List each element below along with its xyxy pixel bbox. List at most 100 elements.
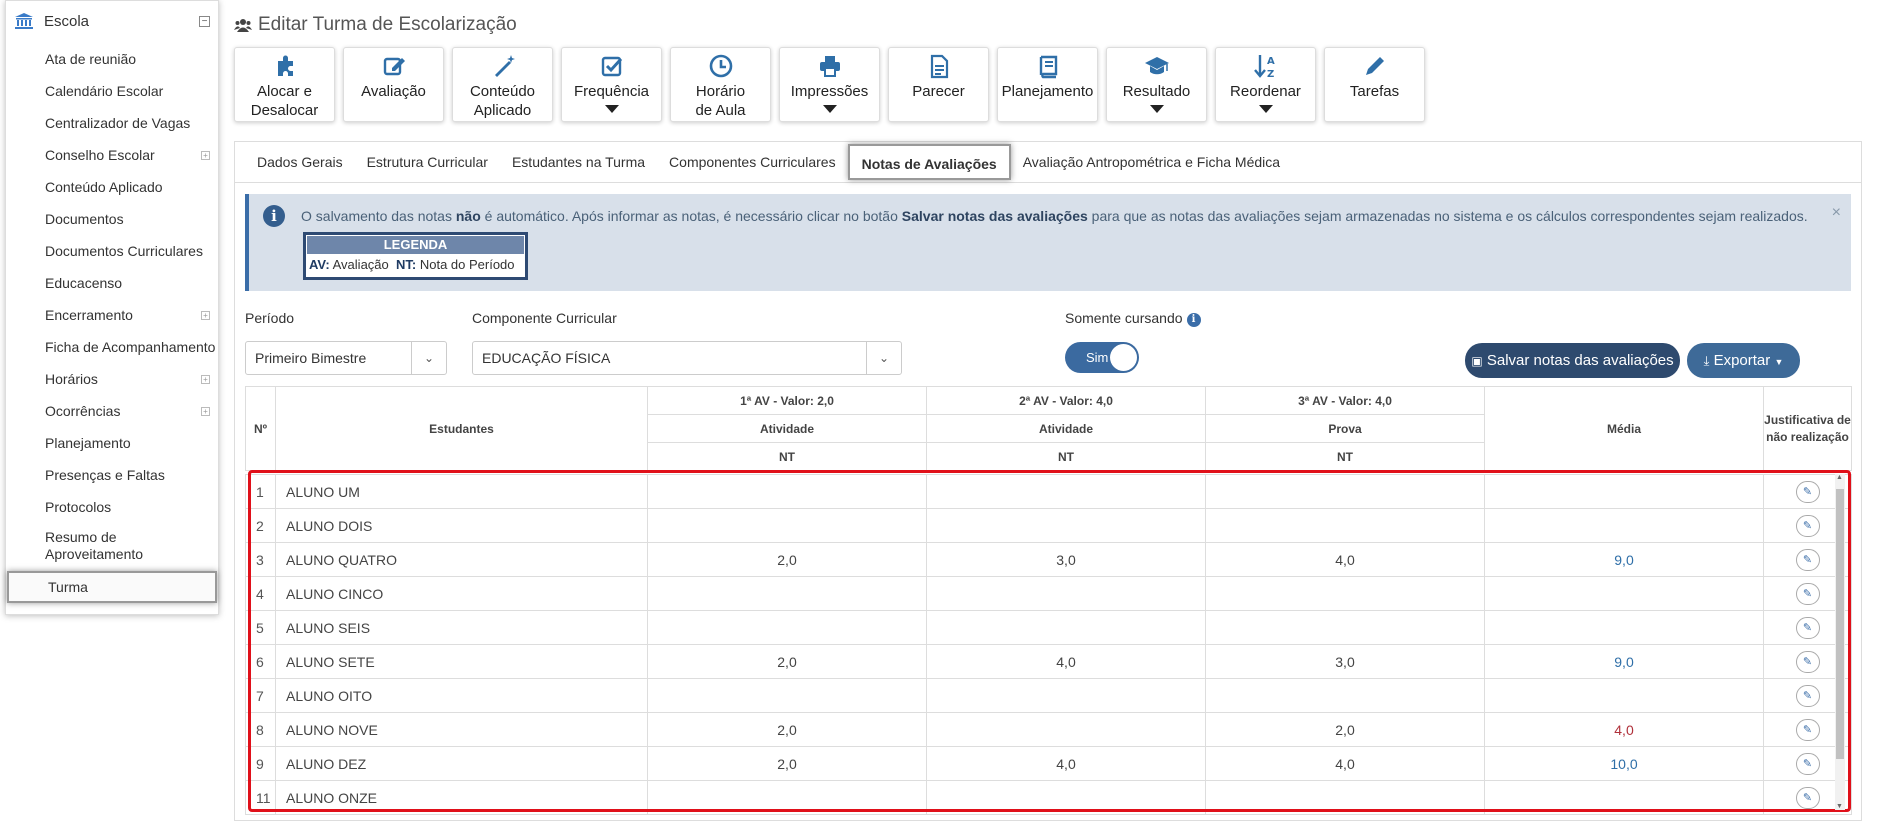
edit-icon[interactable]: ✎ [1795, 616, 1820, 639]
sidebar-item[interactable]: Centralizador de Vagas [6, 107, 218, 139]
toggle-label: Sim [1086, 350, 1109, 365]
grade-av2-cell[interactable]: 3,0 [926, 542, 1206, 577]
grade-av1-cell[interactable]: 2,0 [647, 644, 927, 679]
sidebar-item-label: Ocorrências [45, 403, 121, 419]
toolbar-button[interactable]: Avaliação [343, 47, 444, 122]
tab[interactable]: Avaliação Antropométrica e Ficha Médica [1011, 144, 1292, 180]
row-number: 9 [245, 746, 276, 781]
grade-av3-cell[interactable] [1205, 576, 1485, 611]
grade-av3-cell[interactable]: 2,0 [1205, 712, 1485, 747]
toolbar-button[interactable]: Horário de Aula [670, 47, 771, 122]
tab[interactable]: Estrutura Curricular [355, 144, 500, 180]
grade-av3-cell[interactable] [1205, 678, 1485, 713]
sidebar-item[interactable]: Ata de reunião [6, 43, 218, 75]
sidebar-item-label: Educacenso [45, 275, 123, 291]
grade-av1-cell[interactable]: 2,0 [647, 712, 927, 747]
grade-av2-cell[interactable] [926, 474, 1206, 509]
collapse-icon[interactable]: − [199, 15, 210, 27]
toolbar-button[interactable]: A Z Reordenar [1215, 47, 1316, 122]
scroll-up-icon[interactable]: ▲ [1836, 474, 1843, 481]
av1-header: 1ª AV - Valor: 2,0 [647, 386, 927, 415]
grade-av2-cell[interactable] [926, 576, 1206, 611]
edit-icon[interactable]: ✎ [1795, 684, 1820, 707]
tab[interactable]: Dados Gerais [245, 144, 355, 180]
toolbar-button[interactable]: Frequência [561, 47, 662, 122]
sidebar-item[interactable]: Horários + [6, 363, 218, 395]
sidebar-item[interactable]: Encerramento + [6, 299, 218, 331]
grade-av1-cell[interactable] [647, 474, 927, 509]
edit-icon[interactable]: ✎ [1795, 650, 1820, 673]
grade-av2-cell[interactable] [926, 678, 1206, 713]
sidebar-item[interactable]: Protocolos [6, 491, 218, 523]
action-toolbar: Alocar e Desalocar Avaliação Conteúdo Apli… [234, 47, 1433, 122]
edit-icon[interactable]: ✎ [1795, 718, 1820, 741]
toolbar-button[interactable]: Parecer [888, 47, 989, 122]
toolbar-button[interactable]: Impressões [779, 47, 880, 122]
sidebar-item[interactable]: Calendário Escolar [6, 75, 218, 107]
toolbar-button[interactable]: Planejamento [997, 47, 1098, 122]
close-icon[interactable]: × [1832, 204, 1841, 222]
scrollbar-thumb[interactable] [1836, 489, 1844, 759]
sidebar-item[interactable]: Conteúdo Aplicado [6, 171, 218, 203]
cursando-toggle[interactable]: Sim [1065, 342, 1139, 373]
grade-av1-cell[interactable] [647, 780, 927, 815]
grade-av1-cell[interactable] [647, 508, 927, 543]
expand-icon[interactable]: + [201, 374, 210, 384]
grade-av3-cell[interactable] [1205, 610, 1485, 645]
info-icon[interactable]: i [1186, 313, 1201, 327]
edit-icon[interactable]: ✎ [1795, 582, 1820, 605]
scroll-down-icon[interactable]: ▼ [1836, 803, 1843, 810]
sidebar-item[interactable]: Presenças e Faltas [6, 459, 218, 491]
sidebar-item[interactable]: Resumo de Aproveitamento [6, 523, 218, 569]
expand-icon[interactable]: + [201, 150, 210, 160]
edit-icon[interactable]: ✎ [1795, 480, 1820, 503]
grade-av1-cell[interactable] [647, 678, 927, 713]
av1-type: Atividade [647, 414, 927, 443]
edit-icon[interactable]: ✎ [1795, 514, 1820, 537]
save-grades-button[interactable]: ▣ Salvar notas das avaliações [1465, 343, 1680, 378]
student-name: ALUNO SEIS [275, 610, 648, 645]
edit-icon[interactable]: ✎ [1795, 786, 1820, 809]
tab[interactable]: Notas de Avaliações [847, 144, 1011, 180]
grade-av3-cell[interactable]: 4,0 [1205, 746, 1485, 781]
sort-alpha-icon: AZ [1253, 55, 1275, 79]
sidebar-item[interactable]: Ocorrências + [6, 395, 218, 427]
grade-av1-cell[interactable] [647, 610, 927, 645]
grade-av2-cell[interactable] [926, 712, 1206, 747]
componente-select[interactable]: EDUCAÇÃO FÍSICA ⌄ [472, 341, 902, 375]
grade-av2-cell[interactable] [926, 508, 1206, 543]
grade-av3-cell[interactable]: 4,0 [1205, 542, 1485, 577]
periodo-select[interactable]: Primeiro Bimestre ⌄ [245, 341, 447, 375]
sidebar-item[interactable]: Ficha de Acompanhamento [6, 331, 218, 363]
tab[interactable]: Componentes Curriculares [657, 144, 848, 180]
grade-av1-cell[interactable]: 2,0 [647, 542, 927, 577]
sidebar-header[interactable]: Escola − [6, 1, 218, 41]
grade-av2-cell[interactable] [926, 780, 1206, 815]
edit-icon[interactable]: ✎ [1795, 752, 1820, 775]
expand-icon[interactable]: + [201, 406, 210, 416]
toolbar-button[interactable]: Conteúdo Aplicado [452, 47, 553, 122]
table-scrollbar[interactable]: ▲ ▼ [1835, 474, 1845, 810]
grade-av1-cell[interactable] [647, 576, 927, 611]
grade-av2-cell[interactable]: 4,0 [926, 746, 1206, 781]
sidebar-item[interactable]: Documentos [6, 203, 218, 235]
toolbar-button[interactable]: Resultado [1106, 47, 1207, 122]
grade-av3-cell[interactable]: 3,0 [1205, 644, 1485, 679]
toolbar-button[interactable]: Tarefas [1324, 47, 1425, 122]
toolbar-button[interactable]: Alocar e Desalocar [234, 47, 335, 122]
grade-av3-cell[interactable] [1205, 780, 1485, 815]
expand-icon[interactable]: + [201, 310, 210, 320]
sidebar-item[interactable]: Conselho Escolar + [6, 139, 218, 171]
sidebar-item[interactable]: Documentos Curriculares [6, 235, 218, 267]
grade-av2-cell[interactable] [926, 610, 1206, 645]
export-button[interactable]: ⤓ Exportar ▼ [1687, 343, 1800, 378]
tab[interactable]: Estudantes na Turma [500, 144, 657, 180]
grade-av3-cell[interactable] [1205, 474, 1485, 509]
sidebar-item[interactable]: Educacenso [6, 267, 218, 299]
grade-av1-cell[interactable]: 2,0 [647, 746, 927, 781]
sidebar-item[interactable]: Planejamento [6, 427, 218, 459]
sidebar-item[interactable]: Turma [7, 571, 217, 603]
grade-av2-cell[interactable]: 4,0 [926, 644, 1206, 679]
grade-av3-cell[interactable] [1205, 508, 1485, 543]
edit-icon[interactable]: ✎ [1795, 548, 1820, 571]
